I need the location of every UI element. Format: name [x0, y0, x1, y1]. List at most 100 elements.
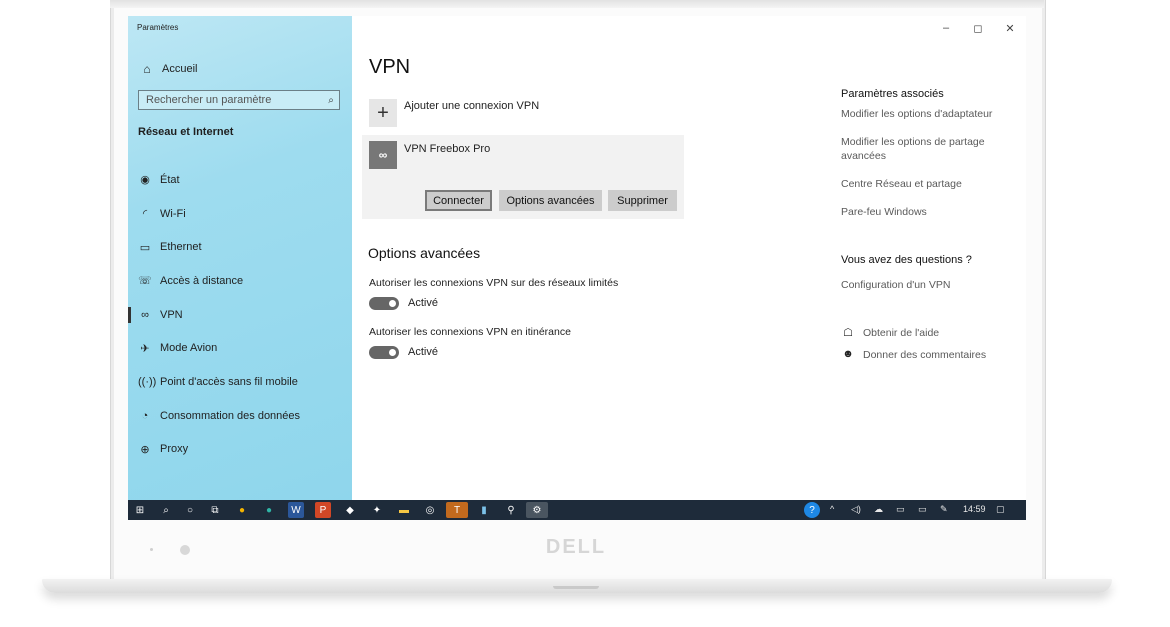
data-usage-icon: ◔ [141, 409, 149, 422]
roaming-label: Autoriser les connexions VPN en itinéran… [369, 326, 571, 338]
hotspot-icon: ((·)) [138, 375, 157, 388]
chrome-icon[interactable]: ● [234, 502, 250, 518]
feedback-link[interactable]: Donner des commentaires [863, 348, 1026, 362]
sidebar-item-proxy[interactable]: ⊕ Proxy [128, 433, 352, 467]
help-tray-icon[interactable]: ? [804, 502, 820, 518]
battery-icon[interactable]: ▭ [918, 504, 927, 515]
proxy-icon: ⊕ [140, 443, 150, 456]
search-icon[interactable]: ⌕ [323, 95, 339, 106]
settings-icon[interactable]: ⚙ [526, 502, 548, 518]
connect-button[interactable]: Connecter [425, 190, 492, 211]
firewall-link[interactable]: Pare-feu Windows [841, 205, 1021, 219]
app-icon[interactable]: ⚲ [503, 502, 519, 518]
taskbar: ⊞ ⌕ ○ ⧉ ● ● W P ◆ ✦ ▬ ◎ T ▮ ⚲ ⚙ ? ^ ◁) ☁… [128, 500, 1026, 520]
app-icon[interactable]: ◆ [342, 502, 358, 518]
cortana-icon[interactable]: ○ [182, 502, 198, 518]
search-icon[interactable]: ⌕ [158, 502, 174, 518]
dialup-icon: ☏ [138, 275, 152, 288]
get-help-link[interactable]: Obtenir de l'aide [863, 326, 1026, 340]
notification-icon[interactable]: ▢ [996, 504, 1005, 515]
airplane-icon: ✈ [140, 342, 150, 355]
sidebar-item-acces-distance[interactable]: ☏ Accès à distance [128, 264, 352, 298]
vpn-connection-card[interactable]: ∞ VPN Freebox Pro Connecter Options avan… [362, 135, 684, 219]
sharing-options-link[interactable]: Modifier les options de partage avancées [841, 135, 1021, 163]
help-icon: ☖ [843, 327, 853, 339]
file-explorer-icon[interactable]: ▬ [396, 502, 412, 518]
sidebar-item-consommation[interactable]: ◔ Consommation des données [128, 399, 352, 433]
related-settings-heading: Paramètres associés [841, 88, 944, 100]
advanced-options-button[interactable]: Options avancées [499, 190, 602, 211]
volume-icon[interactable]: ◁) [851, 504, 861, 515]
section-title: Réseau et Internet [138, 126, 234, 138]
pen-icon[interactable]: ✎ [940, 504, 948, 515]
app-icon[interactable]: ◎ [422, 502, 438, 518]
sidebar-item-label: Accès à distance [160, 274, 244, 287]
word-icon[interactable]: W [288, 502, 304, 518]
sidebar-item-mode-avion[interactable]: ✈ Mode Avion [128, 331, 352, 365]
sidebar-item-label: Wi-Fi [160, 207, 186, 220]
feedback-icon: ☻ [842, 348, 854, 360]
sidebar-item-vpn[interactable]: ∞ VPN [128, 298, 352, 332]
sidebar-item-label: Proxy [160, 443, 189, 456]
task-view-icon[interactable]: ⧉ [207, 502, 223, 518]
onedrive-icon[interactable]: ☁ [874, 504, 883, 515]
app-title: Paramètres [137, 23, 179, 32]
questions-heading: Vous avez des questions ? [841, 254, 972, 266]
sidebar-item-label: Point d'accès sans fil mobile [160, 375, 298, 388]
wifi-icon: ◜ [142, 208, 148, 221]
start-button[interactable]: ⊞ [132, 502, 148, 518]
ethernet-icon: ▭ [139, 241, 151, 254]
roaming-state: Activé [408, 346, 438, 358]
sidebar-nav: ◉ État ◜ Wi-Fi ▭ Ethernet ☏ Accès à dist… [128, 163, 352, 466]
settings-window: Paramètres ⌂ Accueil ⌕ Réseau et Interne… [128, 16, 1026, 520]
close-button[interactable]: ✕ [1002, 22, 1018, 35]
teams-icon[interactable]: T [446, 502, 468, 518]
sidebar-item-label: Consommation des données [160, 409, 301, 422]
clock[interactable]: 14:59 [963, 504, 986, 514]
network-center-link[interactable]: Centre Réseau et partage [841, 177, 1021, 191]
brand-logo: DELL [545, 536, 607, 558]
vpn-setup-link[interactable]: Configuration d'un VPN [841, 278, 1021, 292]
app-icon[interactable]: ✦ [369, 502, 385, 518]
home-icon: ⌂ [143, 62, 151, 76]
metered-networks-state: Activé [408, 297, 438, 309]
sidebar: Paramètres ⌂ Accueil ⌕ Réseau et Interne… [128, 16, 352, 500]
sidebar-item-label: Ethernet [160, 241, 202, 254]
powerpoint-icon[interactable]: P [315, 502, 331, 518]
laptop-notch [553, 586, 599, 589]
roaming-toggle[interactable] [369, 346, 399, 359]
home-label: Accueil [162, 63, 198, 75]
network-icon[interactable]: ▭ [896, 504, 905, 515]
sidebar-item-hotspot[interactable]: ((·)) Point d'accès sans fil mobile [128, 365, 352, 399]
app-icon[interactable]: ▮ [476, 502, 492, 518]
minimize-button[interactable]: – [938, 22, 954, 34]
vpn-connection-name: VPN Freebox Pro [404, 143, 491, 155]
add-vpn-label[interactable]: Ajouter une connexion VPN [404, 100, 539, 112]
advanced-options-heading: Options avancées [368, 245, 481, 261]
chevron-up-icon[interactable]: ^ [830, 504, 834, 514]
restore-button[interactable]: ◻ [970, 22, 986, 35]
toggle-knob [389, 300, 396, 307]
metered-networks-toggle[interactable] [369, 297, 399, 310]
metered-networks-label: Autoriser les connexions VPN sur des rés… [369, 277, 619, 289]
sidebar-item-ethernet[interactable]: ▭ Ethernet [128, 230, 352, 264]
home-link[interactable]: ⌂ Accueil [140, 61, 197, 77]
laptop-lid-edge [110, 0, 1044, 8]
globe-icon: ◉ [140, 174, 150, 187]
remove-button[interactable]: Supprimer [608, 190, 677, 211]
adapter-options-link[interactable]: Modifier les options d'adaptateur [841, 107, 1021, 121]
sidebar-item-etat[interactable]: ◉ État [128, 163, 352, 197]
sensor-dot [180, 545, 190, 555]
plus-icon: + [377, 101, 389, 124]
sidebar-item-wifi[interactable]: ◜ Wi-Fi [128, 197, 352, 231]
toggle-knob [389, 349, 396, 356]
sidebar-item-label: État [160, 173, 180, 186]
edge-icon[interactable]: ● [261, 502, 277, 518]
search-box[interactable]: ⌕ [138, 90, 340, 110]
camera-dot [150, 548, 153, 551]
vpn-connection-icon: ∞ [369, 141, 397, 169]
vpn-icon: ∞ [141, 308, 149, 321]
add-vpn-button[interactable]: + [369, 99, 397, 127]
search-input[interactable] [139, 91, 323, 109]
page-title: VPN [369, 56, 411, 78]
